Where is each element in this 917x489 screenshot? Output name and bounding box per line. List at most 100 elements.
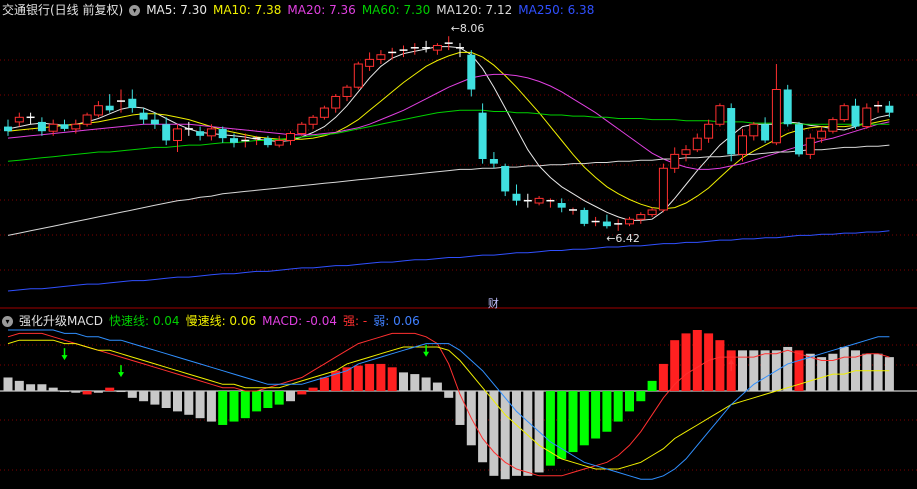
macd-bar [568,391,578,453]
ma-1: MA10: 7.38 [212,3,282,17]
main-chart-header: 交通银行(日线 前复权) ▾ MA5: 7.30 MA10: 7.38 MA20: … [0,0,917,20]
macd-bar [410,374,420,392]
candle-down [105,105,114,111]
macd-bar [512,391,521,476]
candle-up [704,123,714,139]
arrow-down-head [61,355,68,361]
candle-up [342,86,352,97]
candle-up [308,116,318,125]
macd-bar [602,391,612,432]
candle-up [331,95,341,109]
candle-down [150,119,159,125]
macd-bar [839,346,849,392]
financial-report-marker[interactable]: 财 [488,295,499,311]
candle-up [353,63,363,88]
candle-up [658,167,668,211]
macd-bar [252,391,262,412]
macd-bar [218,391,228,425]
macd-bar [37,384,47,392]
candle-down [851,105,860,127]
macd-bar [14,380,24,392]
candle-up [681,149,691,155]
macd-bar [161,391,171,408]
macd-bar [206,391,216,422]
macd-bar [399,372,408,392]
ma-3: MA60: 7.30 [361,3,431,17]
macd-bar [139,391,149,402]
indicator-title[interactable]: 强化升级MACD [19,311,103,331]
candle-up [771,89,781,144]
macd-4: 弱: 0.06 [373,314,420,328]
candle-down [162,124,171,141]
candle-down [557,203,566,208]
ma-4: MA120: 7.12 [436,3,513,17]
macd-bar [319,377,329,392]
macd-bar [658,363,668,392]
candle-up [286,133,295,141]
macd-bar [184,391,194,415]
candle-up [636,214,646,220]
candle-up [93,105,103,116]
macd-bar [105,387,115,392]
macd-bar [116,391,126,393]
macd-bar [715,340,725,392]
macd-bar [365,363,375,392]
candle-up [173,128,182,141]
macd-bar [240,391,250,419]
macd-bar [489,391,499,476]
macd-bar [297,391,307,395]
macd-bar [681,333,691,392]
candle-up [376,54,386,60]
candle-down [512,193,521,201]
macd-bar [150,391,160,405]
macd-3: 强: - [343,314,368,328]
macd-bar [26,384,36,392]
macd-bar [670,340,680,392]
arrow-left-icon: ← [450,22,460,36]
candle-down [761,124,770,141]
macd-bar [738,350,747,392]
macd-bar [884,357,894,392]
candle-up [432,44,442,51]
settings-circle-icon[interactable]: ▾ [2,315,13,327]
macd-bar [421,377,431,392]
candle-up [715,105,725,125]
macd-bar [432,382,442,392]
macd-bar [82,391,92,395]
arrow-down-head [118,372,124,378]
macd-bar [60,391,69,393]
ma-legend: MA5: 7.30 MA10: 7.38 MA20: 7.36 MA60: 7.30 M… [146,0,600,20]
candle-down [4,126,12,132]
candle-up [206,128,216,137]
candle-down [885,105,894,113]
candle-up [71,123,81,130]
macd-bar [93,391,103,393]
macd-bar [286,391,295,402]
settings-circle-icon[interactable]: ▾ [129,4,141,16]
candle-up [692,137,702,151]
ma-line-ma20 [7,73,890,170]
macd-bar [625,391,634,412]
stock-title[interactable]: 交通银行(日线 前复权) [0,0,123,20]
candle-up [534,197,544,204]
macd-bar [692,330,702,392]
macd-bar [591,391,601,439]
macd-bar [783,346,793,392]
macd-1: 慢速线: 0.06 [185,314,257,328]
macd-bar [760,350,770,392]
macd-bar [455,391,465,425]
macd-bar [353,365,363,392]
macd-bar [478,391,488,463]
candle-up [670,153,680,169]
candle-down [37,121,46,132]
stock-chart [0,36,917,480]
macd-bar [613,391,623,422]
macd-2: MACD: -0.04 [262,314,338,328]
indicator-legend: 快速线: 0.04 慢速线: 0.06 MACD: -0.04 强: - 弱: 0.06 [109,311,426,331]
arrow-down-head [423,351,430,357]
candle-up [839,105,849,121]
macd-bar [817,357,827,392]
macd-bar [873,353,883,392]
macd-bar [805,353,815,392]
candle-down [467,54,476,90]
